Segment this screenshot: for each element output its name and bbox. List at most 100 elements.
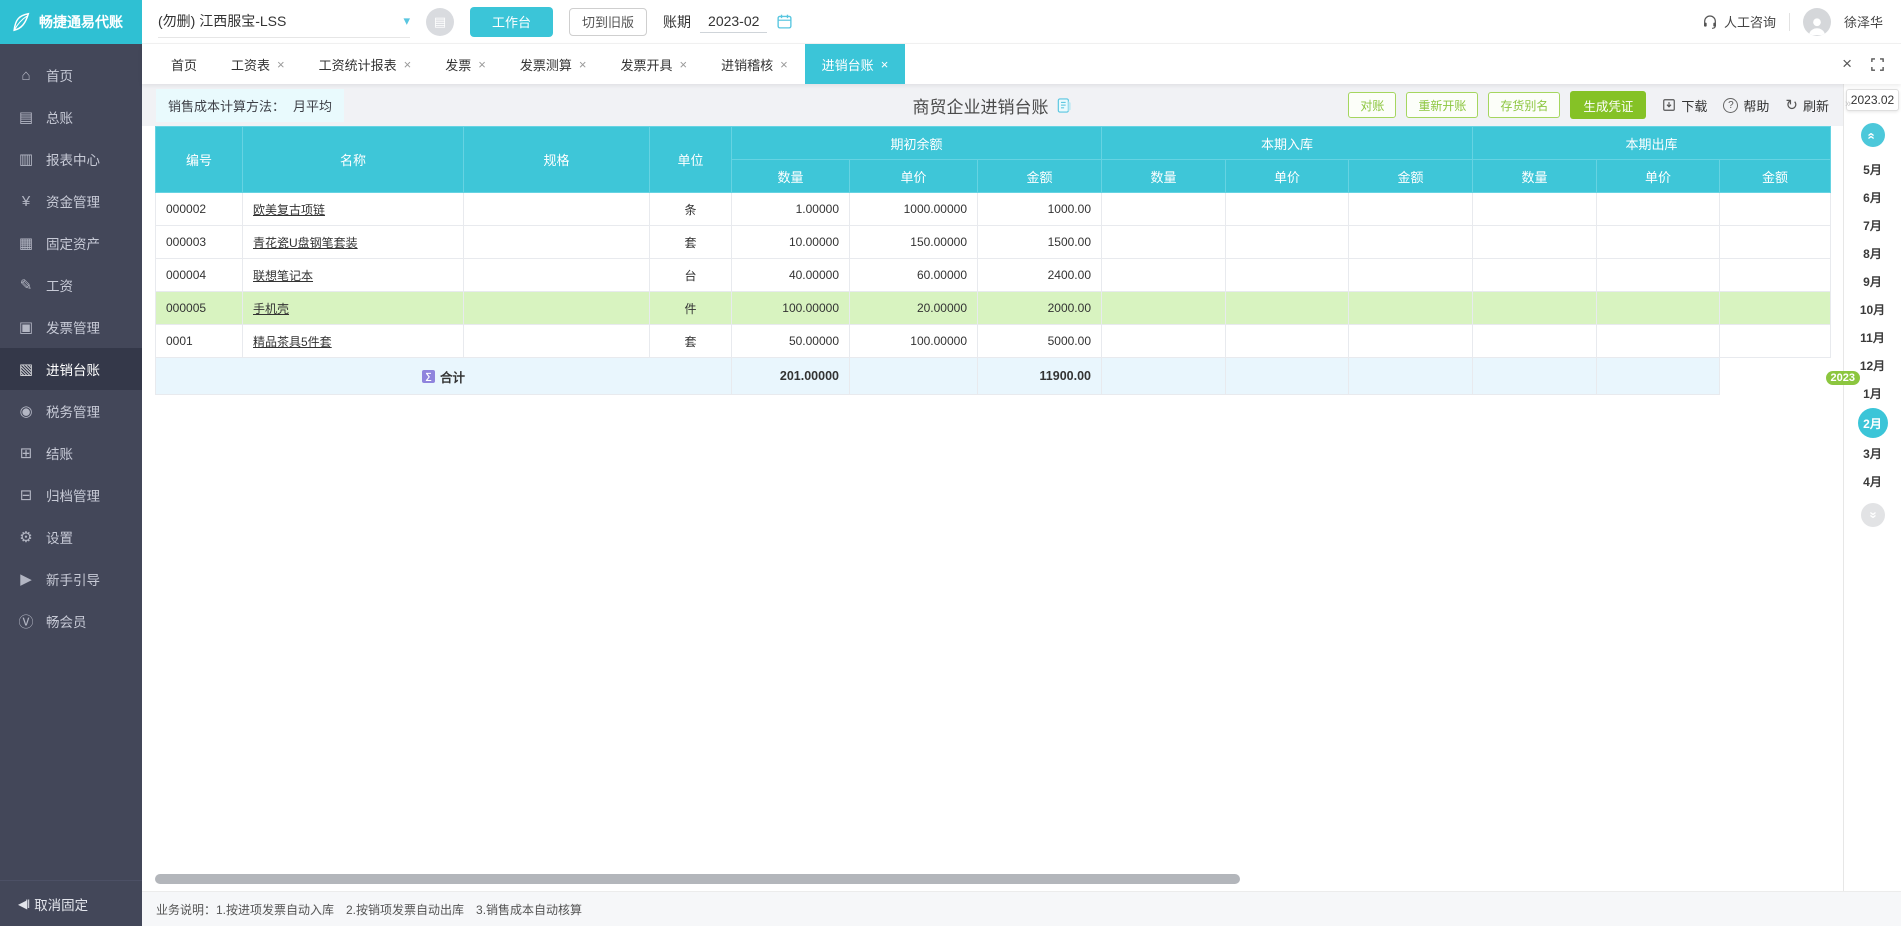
total-opening-qty: 201.00000	[731, 357, 850, 395]
unpin-sidebar-button[interactable]: ◀‖ 取消固定	[0, 880, 142, 926]
group-header-period-outbound: 本期出库	[1472, 126, 1831, 160]
cell-spec	[463, 192, 650, 226]
avatar[interactable]	[1802, 7, 1831, 36]
generate-voucher-button[interactable]: 生成凭证	[1570, 91, 1647, 119]
sidebar-item-general-ledger[interactable]: ▤ 总账	[0, 96, 142, 138]
tab-invoice-issue[interactable]: 发票开具 ×	[603, 44, 704, 84]
sidebar-item-tax-mgmt[interactable]: ◉ 税务管理	[0, 390, 142, 432]
cell-code: 0001	[155, 324, 243, 358]
tab-label: 工资统计报表	[318, 57, 397, 73]
close-all-tabs-icon[interactable]: ×	[1842, 54, 1852, 74]
close-icon[interactable]: ×	[881, 57, 889, 72]
month-item-feb-active[interactable]: 2月	[1857, 408, 1888, 438]
month-item-apr[interactable]: 4月	[1857, 468, 1889, 494]
refresh-button[interactable]: ↻ 刷新	[1785, 96, 1829, 115]
item-link[interactable]: 精品茶具5件套	[253, 335, 332, 349]
sidebar-item-label: 税务管理	[46, 405, 100, 420]
username[interactable]: 徐泽华	[1844, 12, 1883, 31]
tab-label: 进销台账	[821, 57, 874, 73]
month-item-jun[interactable]: 6月	[1857, 184, 1889, 210]
support-button[interactable]: 人工咨询	[1702, 12, 1776, 31]
tab-label: 工资表	[231, 57, 271, 73]
cell-unit: 条	[649, 192, 732, 226]
months-scroll-up-button[interactable]: «	[1860, 123, 1885, 147]
sidebar-item-purchase-sale-ledger[interactable]: ▧ 进销台账	[0, 348, 142, 390]
cell-name: 青花瓷U盘钢笔套装	[242, 225, 464, 259]
reconcile-button[interactable]: 对账	[1348, 92, 1397, 118]
month-item-sep[interactable]: 9月	[1857, 268, 1889, 294]
tab-payroll-stats[interactable]: 工资统计报表 ×	[302, 44, 429, 84]
month-item-jan[interactable]: 2023 1月	[1825, 371, 1889, 406]
sidebar-item-closing[interactable]: ⊞ 结账	[0, 432, 142, 474]
close-icon[interactable]: ×	[478, 57, 486, 72]
close-icon[interactable]: ×	[679, 57, 687, 72]
month-item-dec[interactable]: 12月	[1857, 352, 1889, 378]
company-selector[interactable]: (勿删) 江西服宝-LSS ▾	[158, 6, 410, 38]
chevrons-up-icon: «	[1864, 131, 1880, 139]
close-icon[interactable]: ×	[780, 57, 788, 72]
ledger-icon: ▤	[18, 109, 34, 126]
calendar-icon[interactable]	[776, 13, 793, 30]
tab-invoice[interactable]: 发票 ×	[428, 44, 503, 84]
archive-icon: ⊟	[19, 487, 33, 504]
close-icon[interactable]: ×	[404, 57, 412, 72]
page-toolbar: 销售成本计算方法： 月平均 商贸企业进销台账 对账 重新开账 存货别名 生成凭证	[142, 84, 1843, 126]
month-item-jul[interactable]: 7月	[1857, 212, 1889, 238]
item-link[interactable]: 联想笔记本	[253, 269, 313, 283]
sidebar-item-membership[interactable]: Ⓥ 畅会员	[0, 600, 142, 642]
close-icon[interactable]: ×	[277, 57, 285, 72]
download-button[interactable]: 下载	[1662, 96, 1707, 115]
sidebar-item-report-center[interactable]: ▥ 报表中心	[0, 138, 142, 180]
tab-purchase-sale-audit[interactable]: 进销稽核 ×	[704, 44, 805, 84]
tab-invoice-estimate[interactable]: 发票测算 ×	[503, 44, 604, 84]
period-value[interactable]: 2023-02	[700, 10, 768, 33]
tab-purchase-sale-ledger[interactable]: 进销台账 ×	[804, 44, 906, 84]
sidebar-item-beginner-guide[interactable]: ▶ 新手引导	[0, 558, 142, 600]
sidebar-item-payroll[interactable]: ✎ 工资	[0, 264, 142, 306]
month-item-nov[interactable]: 11月	[1857, 324, 1889, 350]
chevrons-down-icon: «	[1864, 511, 1880, 519]
month-item-mar[interactable]: 3月	[1857, 440, 1889, 466]
collapse-month-panel-icon[interactable]: »	[1845, 98, 1851, 110]
month-item-aug[interactable]: 8月	[1857, 240, 1889, 266]
sidebar-item-label: 首页	[46, 69, 73, 84]
cell-code: 000002	[155, 192, 243, 226]
sidebar-item-home[interactable]: ⌂ 首页	[0, 54, 142, 96]
fullscreen-icon[interactable]	[1870, 57, 1885, 72]
col-header-spec: 规格	[463, 126, 650, 193]
workbench-button[interactable]: 工作台	[470, 6, 554, 37]
item-link[interactable]: 手机壳	[253, 302, 289, 316]
logo-text: 畅捷通易代账	[39, 14, 123, 30]
months-scroll-down-button[interactable]: «	[1860, 503, 1885, 527]
help-button[interactable]: ? 帮助	[1723, 96, 1769, 115]
topbar: (勿删) 江西服宝-LSS ▾ ▤ 工作台 切到旧版 账期 2023-02 人工…	[142, 0, 1901, 44]
notes-button[interactable]: ▤	[426, 7, 454, 36]
tab-home[interactable]: 首页	[154, 44, 214, 84]
sidebar-item-settings[interactable]: ⚙ 设置	[0, 516, 142, 558]
sidebar-item-fixed-assets[interactable]: ▦ 固定资产	[0, 222, 142, 264]
play-icon: ▶	[20, 571, 32, 588]
cell-name: 精品茶具5件套	[242, 324, 464, 358]
sidebar-item-archive[interactable]: ⊟ 归档管理	[0, 474, 142, 516]
tab-payroll-sheet[interactable]: 工资表 ×	[214, 44, 302, 84]
group-header-period-inbound: 本期入库	[1101, 126, 1473, 160]
tab-label: 发票测算	[519, 57, 572, 73]
reopen-account-button[interactable]: 重新开账	[1406, 92, 1479, 118]
cost-method-badge: 销售成本计算方法： 月平均	[156, 88, 345, 122]
sidebar-item-funds[interactable]: ¥ 资金管理	[0, 180, 142, 222]
chevron-down-icon: ▾	[403, 13, 410, 28]
year-badge: 2023	[1825, 371, 1860, 385]
cell-code: 000003	[155, 225, 243, 259]
sidebar-item-invoice-mgmt[interactable]: ▣ 发票管理	[0, 306, 142, 348]
horizontal-scrollbar[interactable]	[155, 874, 1240, 884]
item-link[interactable]: 欧美复古项链	[253, 203, 325, 217]
document-icon[interactable]	[1056, 97, 1073, 114]
month-item-may[interactable]: 5月	[1857, 156, 1889, 182]
close-icon[interactable]: ×	[579, 57, 587, 72]
closing-icon: ⊞	[19, 445, 33, 462]
inventory-alias-button[interactable]: 存货别名	[1488, 92, 1561, 118]
switch-old-version-button[interactable]: 切到旧版	[569, 7, 648, 36]
item-link[interactable]: 青花瓷U盘钢笔套装	[253, 236, 358, 250]
month-item-oct[interactable]: 10月	[1857, 296, 1889, 322]
tax-icon: ◉	[19, 403, 33, 420]
